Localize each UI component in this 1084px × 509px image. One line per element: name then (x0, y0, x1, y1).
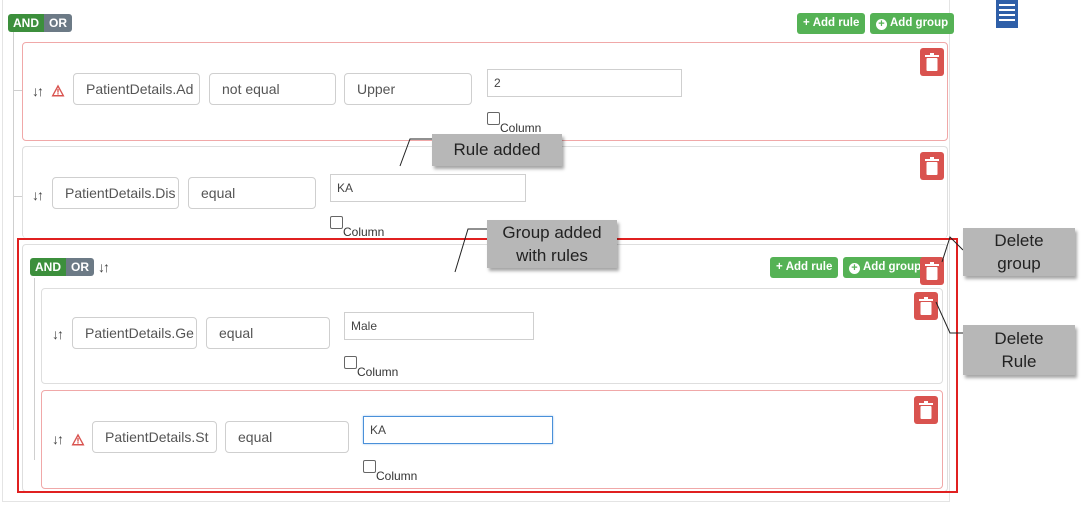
callout-text: with rules (516, 246, 588, 265)
callout-text: Group added (502, 223, 602, 242)
callout-text: Rule added (453, 140, 541, 159)
callout-text: Delete (994, 231, 1044, 250)
group-added-callout: Group added with rules (487, 220, 617, 268)
callout-text: Delete (994, 329, 1044, 348)
rule-added-callout: Rule added (432, 134, 562, 166)
callout-text: Rule (1001, 352, 1037, 371)
delete-group-callout: Delete group (963, 228, 1075, 276)
callout-text: group (997, 254, 1041, 273)
delete-rule-callout: Delete Rule (963, 325, 1075, 375)
